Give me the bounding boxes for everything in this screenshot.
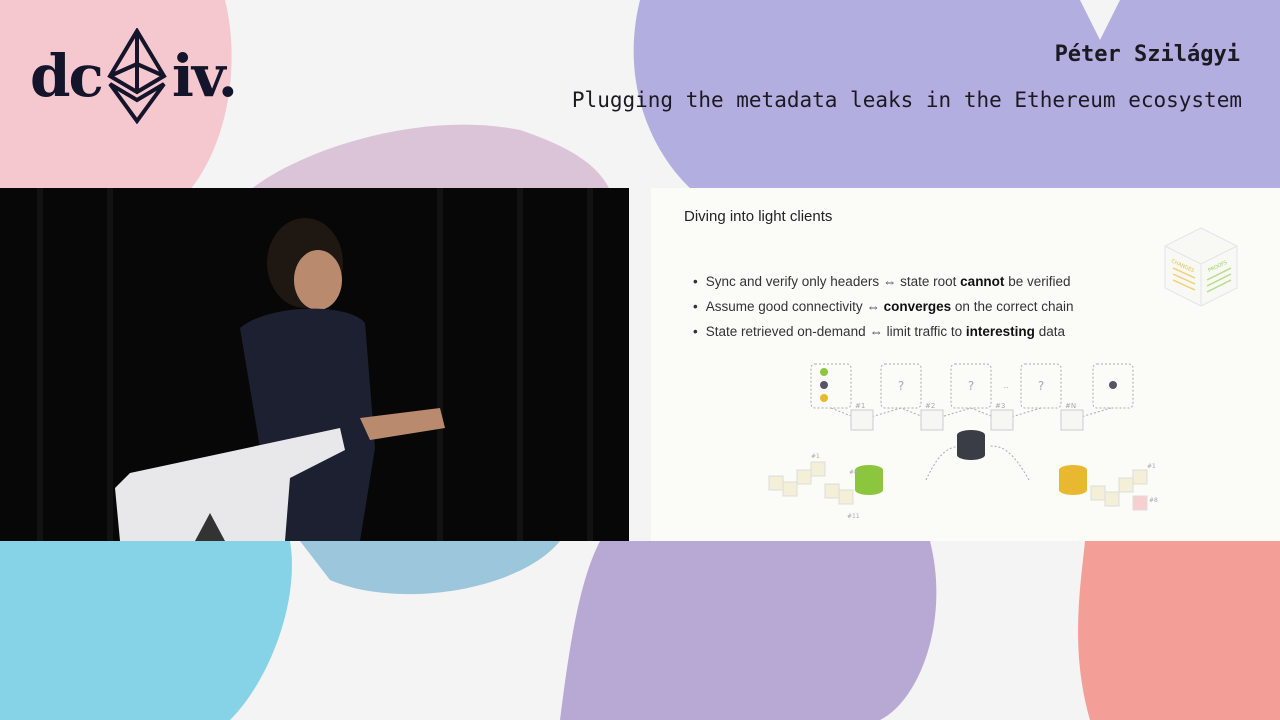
- speaker-video: [0, 188, 629, 541]
- svg-text:#8: #8: [1149, 497, 1158, 504]
- peer-group-box: [810, 363, 852, 409]
- slide-bullets: Sync and verify only headers ⇔ state roo…: [693, 274, 1074, 349]
- svg-text:#1: #1: [1147, 463, 1156, 470]
- speaker-name: Péter Szilágyi: [1054, 42, 1240, 67]
- light-client-database-icon: [957, 430, 985, 460]
- full-node-database-icon-gold: [1059, 465, 1087, 495]
- bullet-item: Sync and verify only headers ⇔ state roo…: [693, 274, 1074, 299]
- talk-title: Plugging the metadata leaks in the Ether…: [571, 88, 1242, 112]
- svg-text:?: ?: [968, 379, 974, 393]
- full-node-database-icon-green: [855, 465, 883, 495]
- svg-text:..: ..: [1003, 381, 1008, 390]
- svg-text:#1: #1: [855, 402, 865, 410]
- light-client-diagram: ? ? ? .. #1 #2 #3 #N #1 #8 #11 #1 #8: [768, 363, 1158, 520]
- blockchain-left: [768, 461, 854, 505]
- bullet-item: State retrieved on-demand ⇔ limit traffi…: [693, 324, 1074, 349]
- svg-text:#11: #11: [847, 513, 860, 520]
- svg-text:#N: #N: [1065, 402, 1076, 410]
- svg-text:#2: #2: [925, 402, 935, 410]
- svg-text:?: ?: [898, 379, 904, 393]
- svg-text:#8: #8: [849, 469, 858, 476]
- logo-right-text: iv.: [171, 42, 238, 110]
- blockchain-right: [1090, 469, 1148, 511]
- dcon-logo: dc iv.: [30, 26, 238, 126]
- svg-text:#3: #3: [995, 402, 1005, 410]
- presentation-slide: Diving into light clients CHANGES PROOFS…: [651, 188, 1280, 541]
- svg-text:?: ?: [1038, 379, 1044, 393]
- logo-left-text: dc: [30, 42, 104, 110]
- slide-title: Diving into light clients: [684, 208, 833, 225]
- changes-proofs-cube-icon: CHANGES PROOFS: [1164, 227, 1238, 306]
- speaker-scene: [0, 188, 629, 541]
- block-header: [850, 409, 874, 431]
- svg-text:#1: #1: [811, 453, 820, 460]
- ethereum-diamond-icon: [107, 28, 167, 124]
- bullet-item: Assume good connectivity ⇔ converges on …: [693, 299, 1074, 324]
